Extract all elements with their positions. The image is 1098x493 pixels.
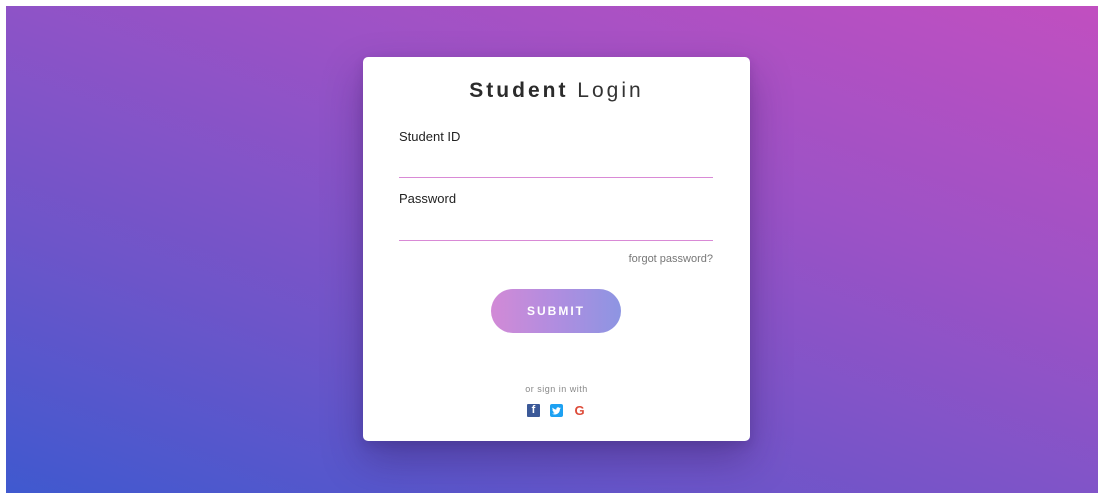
social-login-group: f G <box>363 403 750 418</box>
submit-button[interactable]: SUBMIT <box>491 289 621 333</box>
facebook-glyph: f <box>531 404 536 416</box>
or-sign-in-text: or sign in with <box>525 384 588 394</box>
background-gradient: Student Login Student ID Password forgot… <box>6 6 1098 493</box>
google-glyph: G <box>574 403 585 418</box>
twitter-icon[interactable] <box>550 404 563 417</box>
student-id-label: Student ID <box>399 129 461 144</box>
forgot-password-link[interactable]: forgot password? <box>629 253 713 265</box>
login-card: Student Login Student ID Password forgot… <box>363 57 750 441</box>
title-bold: Student <box>469 79 569 102</box>
student-id-input[interactable] <box>399 155 713 178</box>
google-icon[interactable]: G <box>573 403 586 418</box>
twitter-bird-glyph <box>552 406 561 414</box>
facebook-icon[interactable]: f <box>527 404 540 417</box>
page-title: Student Login <box>363 79 750 103</box>
password-label: Password <box>399 191 457 206</box>
title-light: Login <box>577 79 644 102</box>
password-input[interactable] <box>399 218 713 241</box>
